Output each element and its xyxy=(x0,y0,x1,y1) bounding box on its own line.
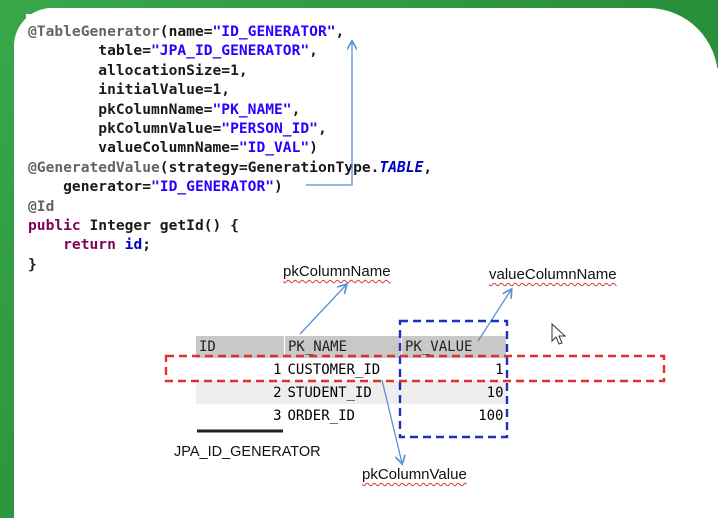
annotation-overlay xyxy=(164,0,666,518)
generator-link-arrow xyxy=(306,42,352,186)
selected-row-highlight xyxy=(164,354,666,383)
pk-value-column-highlight xyxy=(398,319,509,439)
pk-column-name-arrow xyxy=(299,285,346,335)
mouse-cursor-icon xyxy=(551,322,567,345)
